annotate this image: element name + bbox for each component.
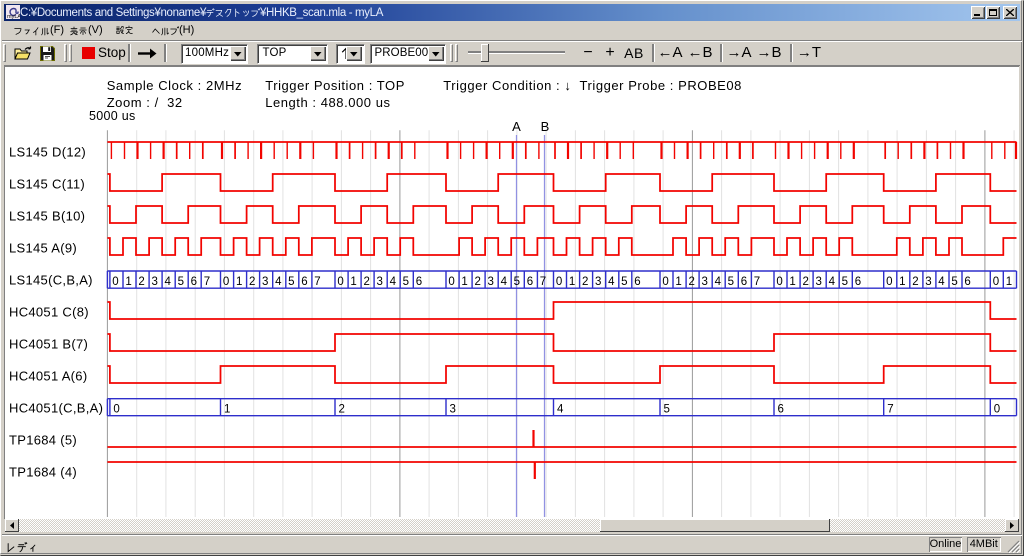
svg-text:0: 0	[886, 276, 892, 288]
svg-text:4: 4	[275, 276, 282, 288]
svg-text:LS145 D(12): LS145 D(12)	[9, 145, 86, 160]
svg-text:0: 0	[662, 276, 668, 288]
svg-text:4: 4	[938, 276, 945, 288]
svg-text:1: 1	[569, 276, 575, 288]
svg-text:6: 6	[741, 276, 747, 288]
svg-text:0: 0	[113, 404, 119, 416]
svg-text:3: 3	[595, 276, 601, 288]
svg-text:3: 3	[702, 276, 708, 288]
svg-text:B: B	[541, 119, 550, 134]
svg-text:1: 1	[789, 276, 795, 288]
svg-text:7: 7	[314, 276, 320, 288]
svg-text:1: 1	[224, 404, 230, 416]
svg-text:4: 4	[715, 276, 722, 288]
svg-text:6: 6	[855, 276, 861, 288]
svg-text:6: 6	[301, 276, 307, 288]
svg-text:5: 5	[514, 276, 520, 288]
svg-text:0: 0	[994, 404, 1000, 416]
svg-text:6: 6	[634, 276, 640, 288]
svg-text:5: 5	[178, 276, 184, 288]
svg-text:1: 1	[1006, 276, 1012, 288]
svg-text:7: 7	[887, 404, 893, 416]
svg-text:0: 0	[223, 276, 229, 288]
svg-text:A: A	[512, 119, 521, 134]
svg-text:2: 2	[364, 276, 370, 288]
svg-text:0: 0	[448, 276, 454, 288]
svg-text:1: 1	[461, 276, 467, 288]
svg-text:4: 4	[501, 276, 508, 288]
svg-text:5: 5	[728, 276, 734, 288]
svg-text:3: 3	[377, 276, 383, 288]
svg-text:LS145 C(11): LS145 C(11)	[9, 177, 85, 192]
svg-text:LS145(C,B,A): LS145(C,B,A)	[9, 273, 93, 288]
svg-text:5: 5	[288, 276, 294, 288]
svg-text:TP1684 (4): TP1684 (4)	[9, 465, 77, 480]
svg-text:5: 5	[664, 404, 670, 416]
svg-text:4: 4	[557, 404, 564, 416]
svg-text:2: 2	[912, 276, 918, 288]
svg-text:6: 6	[778, 404, 784, 416]
svg-text:0: 0	[112, 276, 118, 288]
svg-text:3: 3	[925, 276, 931, 288]
svg-text:0: 0	[993, 276, 999, 288]
svg-text:2: 2	[475, 276, 481, 288]
svg-text:2: 2	[249, 276, 255, 288]
svg-text:1: 1	[899, 276, 905, 288]
svg-text:LS145 B(10): LS145 B(10)	[9, 209, 85, 224]
svg-text:0: 0	[337, 276, 343, 288]
svg-text:3: 3	[450, 404, 456, 416]
svg-text:HC4051(C,B,A): HC4051(C,B,A)	[9, 401, 103, 416]
svg-text:2: 2	[138, 276, 144, 288]
svg-text:0: 0	[776, 276, 782, 288]
svg-text:6: 6	[527, 276, 533, 288]
svg-text:5: 5	[621, 276, 627, 288]
svg-text:1: 1	[236, 276, 242, 288]
svg-text:7: 7	[540, 276, 546, 288]
svg-text:3: 3	[152, 276, 158, 288]
svg-text:6: 6	[416, 276, 422, 288]
svg-text:HC4051 C(8): HC4051 C(8)	[9, 305, 89, 320]
svg-text:0: 0	[556, 276, 562, 288]
svg-text:6: 6	[191, 276, 197, 288]
svg-text:3: 3	[488, 276, 494, 288]
svg-text:3: 3	[816, 276, 822, 288]
svg-text:4: 4	[390, 276, 397, 288]
svg-text:2: 2	[339, 404, 345, 416]
svg-text:HC4051 A(6): HC4051 A(6)	[9, 369, 87, 384]
svg-text:5: 5	[842, 276, 848, 288]
svg-text:7: 7	[204, 276, 210, 288]
svg-text:2: 2	[803, 276, 809, 288]
svg-text:TP1684 (5): TP1684 (5)	[9, 433, 77, 448]
svg-text:1: 1	[350, 276, 356, 288]
svg-text:5: 5	[403, 276, 409, 288]
svg-text:1: 1	[125, 276, 131, 288]
svg-text:6: 6	[964, 276, 970, 288]
svg-text:2: 2	[582, 276, 588, 288]
svg-text:LS145 A(9): LS145 A(9)	[9, 241, 77, 256]
svg-text:1: 1	[675, 276, 681, 288]
svg-text:4: 4	[829, 276, 836, 288]
svg-text:5: 5	[951, 276, 957, 288]
svg-text:2: 2	[689, 276, 695, 288]
svg-text:4: 4	[165, 276, 172, 288]
svg-text:7: 7	[754, 276, 760, 288]
svg-text:4: 4	[608, 276, 615, 288]
svg-text:HC4051 B(7): HC4051 B(7)	[9, 337, 88, 352]
svg-text:3: 3	[262, 276, 268, 288]
